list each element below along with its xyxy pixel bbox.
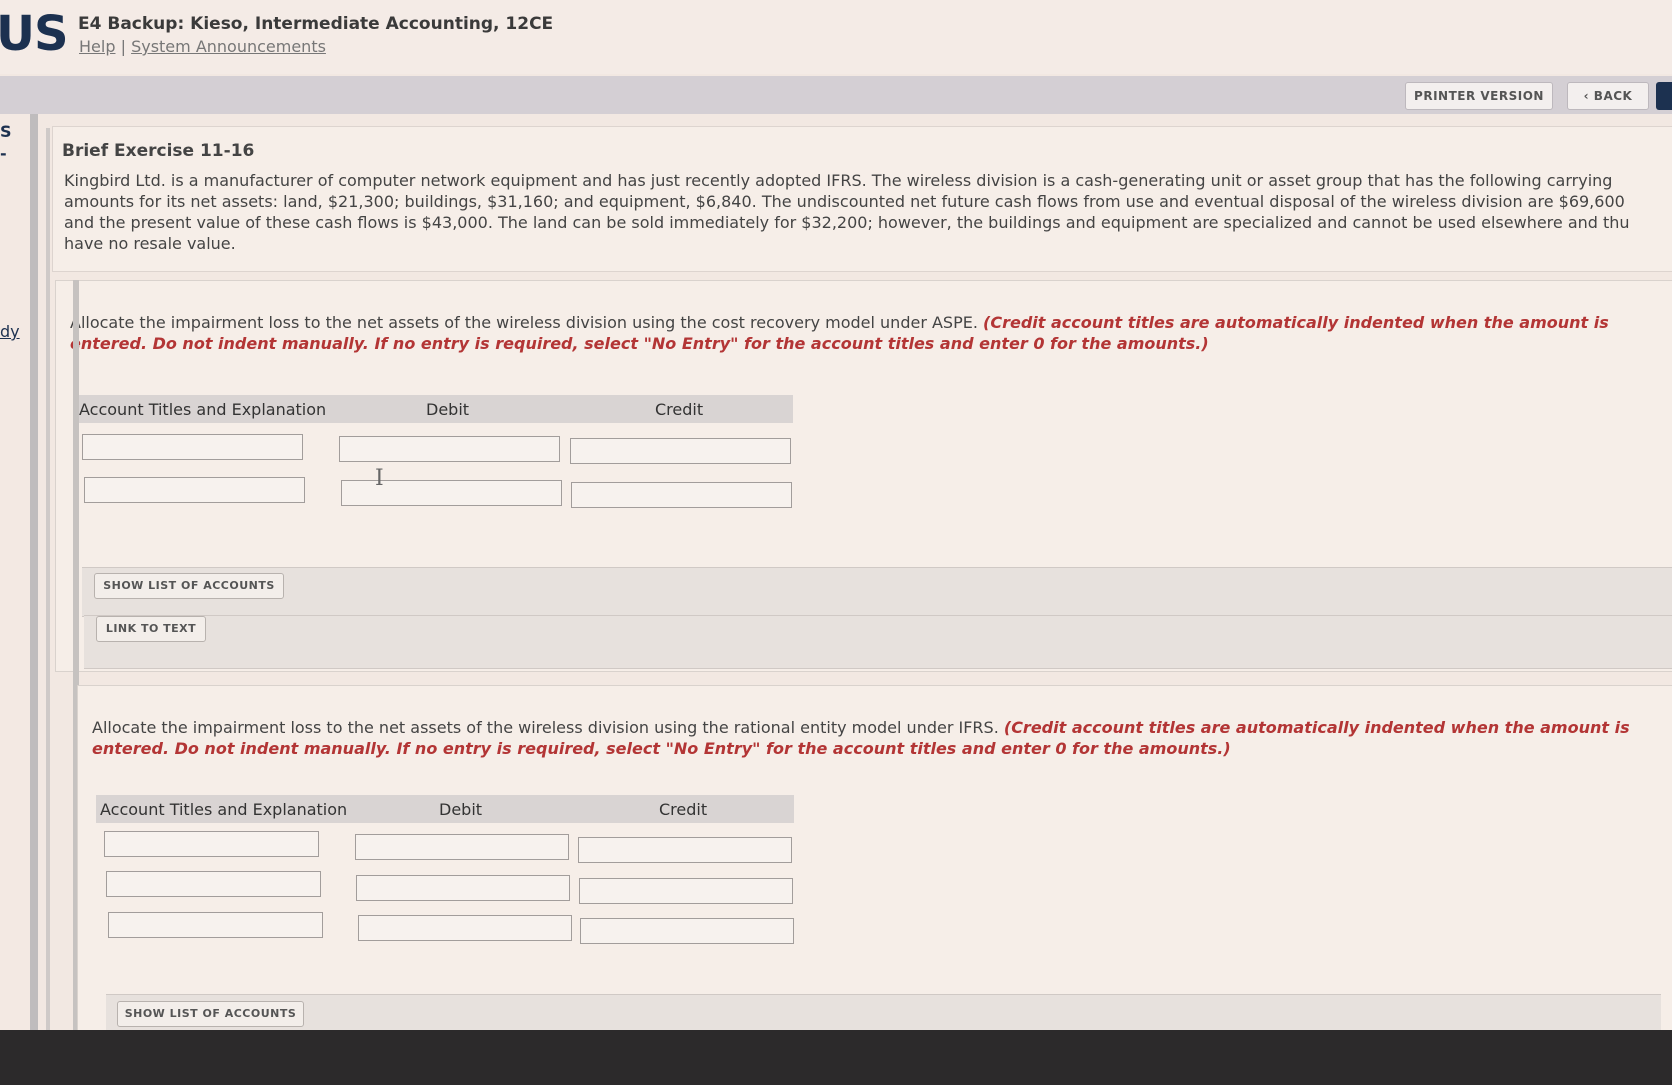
debit-input[interactable]: [356, 875, 570, 901]
toolbar: PRINTER VERSION ‹ BACK: [0, 76, 1672, 114]
journal-header: Account Titles and Explanation Debit Cre…: [96, 795, 794, 823]
help-link[interactable]: Help: [79, 37, 115, 56]
credit-input[interactable]: [580, 918, 794, 944]
header: US E4 Backup: Kieso, Intermediate Accoun…: [0, 0, 1672, 74]
credit-input[interactable]: [570, 438, 791, 464]
accounts-bar: [82, 567, 1672, 617]
link-to-text-button[interactable]: LINK TO TEXT: [96, 616, 206, 642]
credit-input[interactable]: [571, 482, 792, 508]
system-announcements-link[interactable]: System Announcements: [131, 37, 326, 56]
credit-input[interactable]: [578, 837, 792, 863]
header-links: Help | System Announcements: [79, 37, 326, 56]
chevron-left-icon: ‹: [1583, 89, 1590, 103]
left-sidebar: S - dy: [0, 114, 30, 1034]
debit-input[interactable]: [358, 915, 572, 941]
link-bar: [84, 615, 1672, 669]
divider: [30, 114, 38, 1034]
journal-header: Account Titles and Explanation Debit Cre…: [75, 395, 793, 423]
logo: US: [0, 6, 69, 62]
back-label: BACK: [1593, 89, 1633, 103]
divider: [46, 128, 50, 1034]
printer-version-button[interactable]: PRINTER VERSION: [1405, 82, 1553, 110]
link-separator: |: [120, 37, 126, 56]
column-debit: Debit: [439, 800, 483, 819]
course-title: E4 Backup: Kieso, Intermediate Accountin…: [78, 14, 554, 34]
sidebar-fragment[interactable]: -: [0, 144, 7, 163]
debit-input[interactable]: [355, 834, 569, 860]
instruction-text: Allocate the impairment loss to the net …: [92, 718, 999, 737]
column-credit: Credit: [655, 400, 704, 419]
column-account: Account Titles and Explanation: [100, 800, 348, 819]
part-2-instructions: Allocate the impairment loss to the net …: [92, 717, 1657, 759]
debit-input[interactable]: [339, 436, 560, 462]
next-button[interactable]: [1656, 82, 1672, 110]
instruction-text: Allocate the impairment loss to the net …: [70, 313, 978, 332]
show-list-of-accounts-button[interactable]: SHOW LIST OF ACCOUNTS: [117, 1001, 304, 1027]
credit-input[interactable]: [579, 878, 793, 904]
column-account: Account Titles and Explanation: [79, 400, 327, 419]
account-title-input[interactable]: [82, 434, 303, 460]
text-cursor-icon: I: [375, 466, 384, 491]
monitor-bezel: [0, 1030, 1672, 1085]
column-debit: Debit: [426, 400, 470, 419]
account-title-input[interactable]: [84, 477, 305, 503]
account-title-input[interactable]: [108, 912, 323, 938]
show-list-of-accounts-button[interactable]: SHOW LIST OF ACCOUNTS: [94, 573, 284, 599]
sidebar-link[interactable]: dy: [0, 322, 20, 341]
back-button[interactable]: ‹ BACK: [1567, 82, 1649, 110]
account-title-input[interactable]: [104, 831, 319, 857]
column-credit: Credit: [659, 800, 708, 819]
part-1-instructions: Allocate the impairment loss to the net …: [70, 312, 1660, 354]
exercise-text: Kingbird Ltd. is a manufacturer of compu…: [64, 171, 1630, 253]
account-title-input[interactable]: [106, 871, 321, 897]
exercise-title: Brief Exercise 11-16: [62, 141, 255, 161]
sidebar-fragment: S: [0, 122, 12, 141]
